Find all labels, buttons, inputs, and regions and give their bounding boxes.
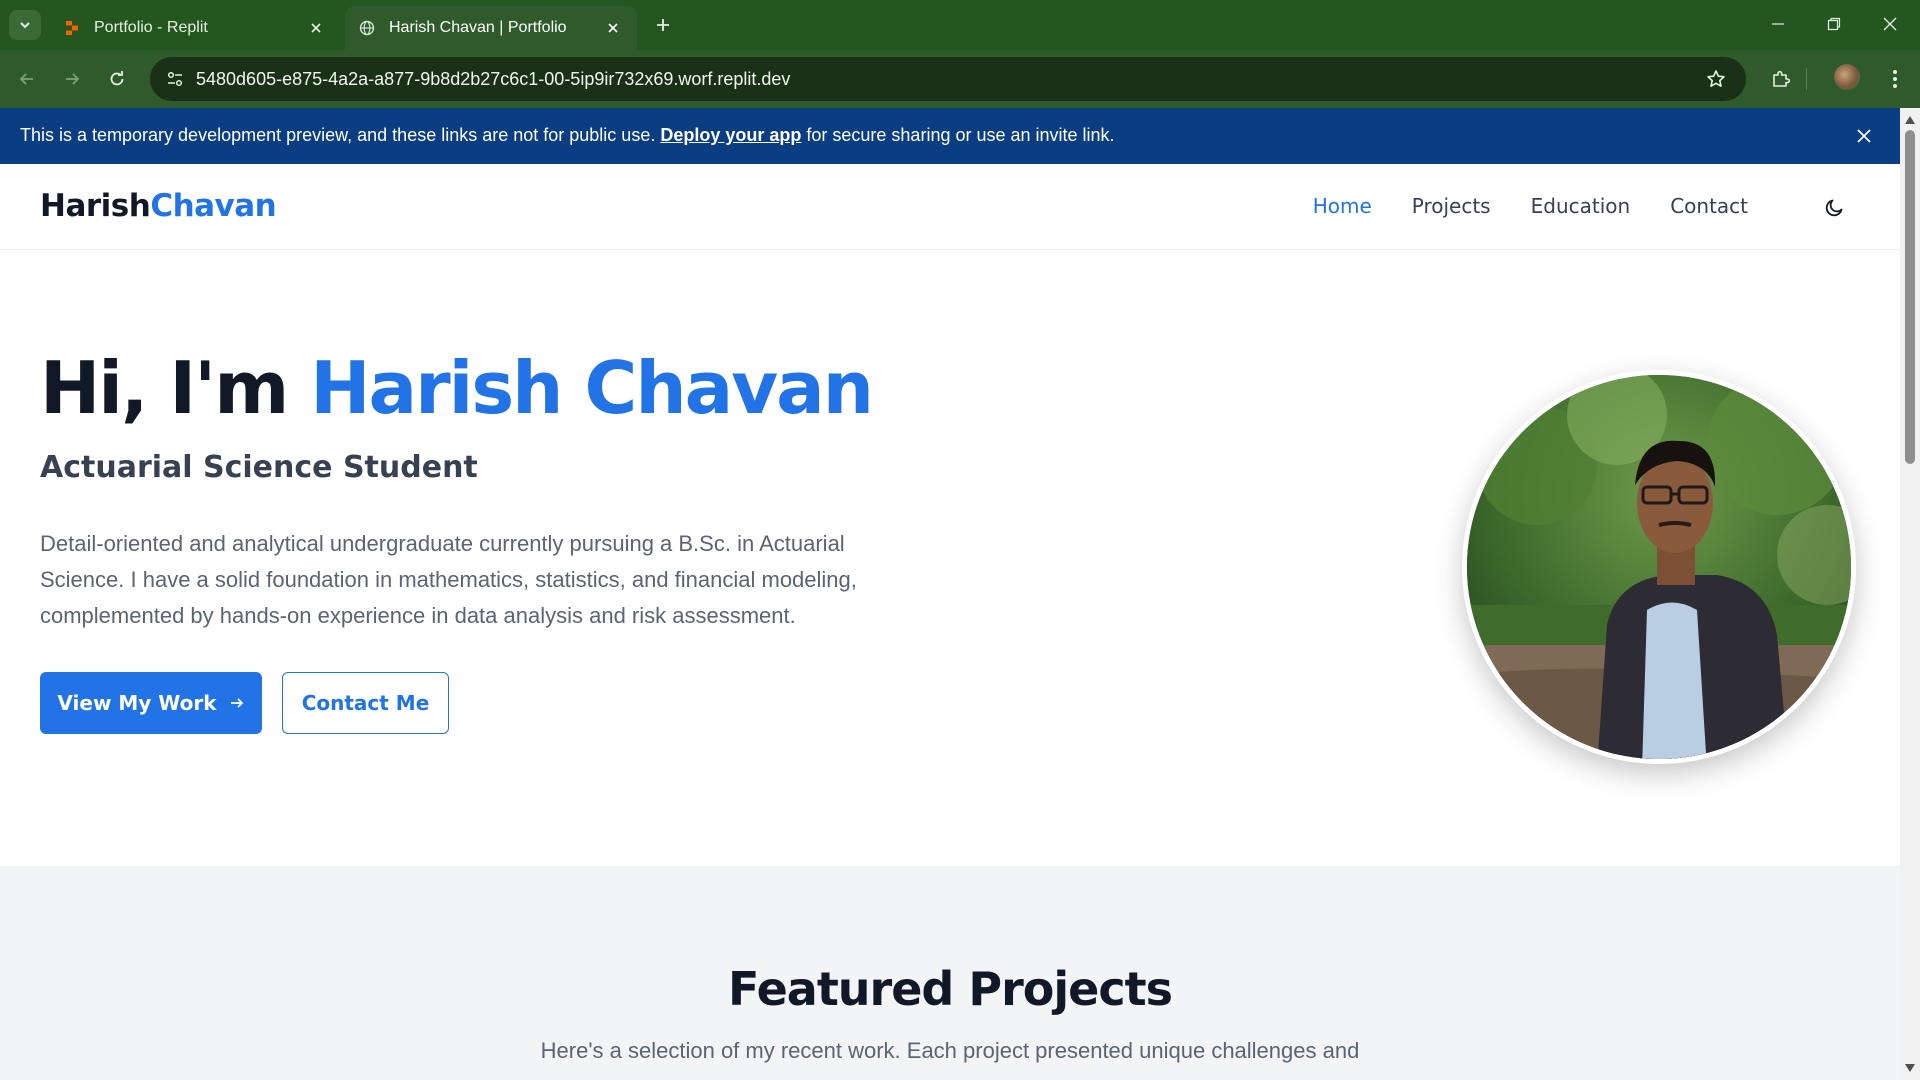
restore-button[interactable] [1814, 8, 1854, 40]
browser-toolbar: 5480d605-e875-4a2a-a877-9b8d2b27c6c1-00-… [0, 50, 1920, 108]
tune-icon [167, 71, 183, 87]
forward-button[interactable] [57, 64, 87, 94]
nav-link-contact[interactable]: Contact [1670, 194, 1748, 218]
more-vertical-icon [1893, 70, 1897, 88]
portfolio-page: HarishChavan Home Projects Education Con… [0, 164, 1900, 1080]
star-icon [1707, 70, 1725, 87]
nav-menu: Home Projects Education Contact [1313, 194, 1748, 218]
banner-close-button[interactable] [1852, 124, 1876, 148]
tab-portfolio-replit[interactable]: Portfolio - Replit [50, 6, 340, 50]
site-navbar: HarishChavan Home Projects Education Con… [0, 164, 1900, 250]
scroll-up-arrow[interactable] [1904, 114, 1916, 126]
page-scrollbar[interactable] [1900, 108, 1920, 1080]
dev-preview-banner: This is a temporary development preview,… [0, 108, 1900, 164]
theme-toggle-button[interactable] [1822, 194, 1848, 220]
chevron-down-icon [20, 22, 30, 29]
site-info-button[interactable] [160, 64, 190, 94]
reload-icon [110, 71, 124, 86]
nav-link-home[interactable]: Home [1313, 194, 1372, 218]
hero-description: Detail-oriented and analytical undergrad… [40, 531, 857, 628]
plus-icon [657, 19, 669, 31]
replit-icon [66, 21, 78, 35]
profile-avatar[interactable] [1834, 64, 1860, 90]
close-icon [1883, 17, 1897, 31]
minimize-icon [1772, 23, 1784, 25]
restore-icon [1827, 17, 1841, 31]
moon-icon [1825, 199, 1843, 217]
tab-title: Harish Chavan | Portfolio [389, 19, 567, 36]
new-tab-button[interactable] [650, 12, 676, 38]
arrow-right-icon [230, 698, 243, 708]
minimize-button[interactable] [1758, 8, 1798, 40]
nav-link-projects[interactable]: Projects [1412, 194, 1491, 218]
banner-text-before: This is a temporary development preview,… [20, 125, 656, 145]
contact-me-button[interactable]: Contact Me [282, 672, 449, 734]
close-window-button[interactable] [1870, 8, 1910, 40]
view-my-work-button[interactable]: View My Work [40, 672, 262, 734]
back-button[interactable] [12, 64, 42, 94]
profile-photo [1462, 370, 1856, 764]
reload-button[interactable] [102, 64, 132, 94]
featured-projects-section: Featured Projects Here's a selection of … [0, 866, 1900, 1080]
close-icon [1857, 129, 1871, 143]
banner-message: This is a temporary development preview,… [20, 125, 1115, 146]
browser-menu-button[interactable] [1880, 64, 1910, 94]
close-tab-icon[interactable] [306, 18, 326, 38]
triangle-down-icon [1905, 1064, 1915, 1072]
scroll-thumb[interactable] [1905, 130, 1915, 464]
arrow-left-icon [19, 73, 33, 85]
scroll-down-arrow[interactable] [1904, 1062, 1916, 1074]
tab-title: Portfolio - Replit [94, 19, 208, 36]
banner-text-after: for secure sharing or use an invite link… [806, 125, 1115, 145]
projects-title: Featured Projects [728, 962, 1173, 1016]
extensions-button[interactable] [1766, 64, 1796, 94]
hero-title-name: Harish Chavan [310, 346, 874, 430]
view-my-work-label: View My Work [57, 691, 217, 715]
close-tab-icon[interactable] [603, 18, 623, 38]
globe-icon [359, 20, 375, 36]
nav-link-education[interactable]: Education [1531, 194, 1631, 218]
tab-search-button[interactable] [9, 10, 41, 40]
projects-subtitle: Here's a selection of my recent work. Ea… [540, 1038, 1360, 1063]
triangle-up-icon [1905, 116, 1915, 124]
logo-last-name: Chavan [150, 188, 277, 224]
puzzle-icon [1773, 70, 1791, 87]
hero-subtitle: Actuarial Science Student [40, 450, 478, 485]
hero-title: Hi, I'm Harish Chavan [40, 346, 874, 430]
bookmark-button[interactable] [1704, 67, 1728, 91]
logo-first-name: Harish [40, 188, 151, 224]
url-text: 5480d605-e875-4a2a-a877-9b8d2b27c6c1-00-… [196, 69, 791, 89]
hero-title-prefix: Hi, I'm [40, 346, 289, 430]
address-bar[interactable]: 5480d605-e875-4a2a-a877-9b8d2b27c6c1-00-… [150, 57, 1746, 101]
site-logo[interactable]: HarishChavan [40, 188, 277, 224]
toolbar-divider [1806, 68, 1807, 90]
arrow-right-icon [66, 73, 80, 85]
hero-section: Hi, I'm Harish Chavan Actuarial Science … [0, 250, 1900, 866]
deploy-app-link[interactable]: Deploy your app [660, 125, 801, 145]
browser-tab-bar: Portfolio - Replit Harish Chavan | Portf… [0, 0, 1920, 50]
tab-harish-portfolio[interactable]: Harish Chavan | Portfolio [345, 6, 637, 50]
